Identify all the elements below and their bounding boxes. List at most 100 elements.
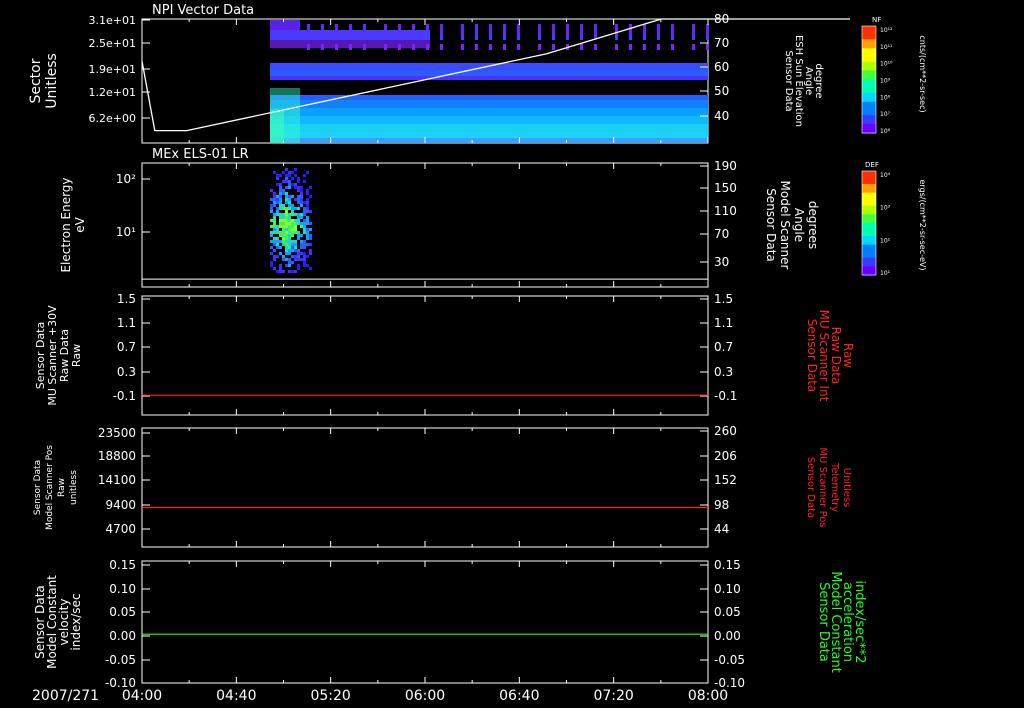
heat-cell: [306, 255, 309, 258]
heat-cell: [285, 213, 288, 216]
colorbar-cell: [862, 231, 876, 237]
heat-cell: [285, 186, 288, 189]
heat-cell: [288, 195, 291, 198]
heat-cell: [309, 267, 312, 270]
heat-cell: [300, 252, 303, 255]
npi-right-label: Sensor Data ESH Sun Elevation Angle degree: [783, 35, 824, 127]
heat-cell: [276, 237, 279, 240]
heat-cell: [273, 222, 276, 225]
colorbar-cell: [862, 75, 876, 81]
heat-cell: [306, 210, 309, 213]
heat-band: [270, 138, 708, 143]
colorbar-cell: [862, 218, 876, 224]
heat-cell: [282, 213, 285, 216]
heat-cell: [279, 240, 282, 243]
heat-cell: [306, 171, 309, 174]
heat-cell: [279, 213, 282, 216]
colorbar-cell: [862, 210, 876, 215]
axis-label-line: Angle: [803, 67, 814, 95]
colorbar-cell: [862, 192, 876, 198]
heat-cell: [291, 255, 294, 258]
heat-speck: [349, 34, 352, 40]
heat-cell: [303, 225, 306, 228]
heat-cell: [303, 210, 306, 213]
heat-cell: [297, 264, 300, 267]
heat-cell: [288, 204, 291, 207]
heat-cell: [297, 180, 300, 183]
heat-cell: [282, 237, 285, 240]
heat-cell: [291, 228, 294, 231]
time-label: 05:20: [310, 688, 350, 704]
colorbar-cell: [862, 92, 876, 98]
heat-cell: [282, 234, 285, 237]
heat-speck: [489, 44, 492, 50]
time-label: 04:00: [122, 688, 162, 704]
heat-cell: [294, 228, 297, 231]
heat-cell: [279, 246, 282, 249]
colorbar-cell: [862, 97, 876, 103]
heat-cell: [285, 174, 288, 177]
heat-cell: [279, 222, 282, 225]
colorbar-cell: [862, 184, 876, 189]
heat-cell: [273, 240, 276, 243]
heat-band: [270, 100, 708, 108]
heat-cell: [285, 231, 288, 234]
y-tick-label: 10²: [116, 172, 136, 186]
heat-cell: [297, 219, 300, 222]
heat-speck: [517, 34, 520, 40]
colorbar-cell: [862, 197, 876, 202]
heat-cell: [288, 234, 291, 237]
y-tick-label: 9400: [105, 498, 136, 512]
y-tick-label-right: 260: [714, 424, 737, 438]
y-tick-label-right: 44: [714, 522, 729, 536]
heat-speck: [412, 34, 415, 40]
heat-cell: [303, 255, 306, 258]
y-tick-label-right: 152: [714, 473, 737, 487]
heat-patch: [270, 110, 284, 143]
heat-cell: [288, 240, 291, 243]
heat-cell: [300, 258, 303, 261]
heat-speck: [538, 44, 541, 50]
heat-cell: [300, 189, 303, 192]
heat-cell: [291, 270, 294, 273]
heat-cell: [270, 189, 273, 192]
heat-cell: [285, 222, 288, 225]
heat-cell: [273, 201, 276, 204]
heat-cell: [279, 186, 282, 189]
y-tick-label-right: 50: [714, 84, 729, 98]
heat-cell: [297, 237, 300, 240]
heat-speck: [321, 44, 324, 50]
heat-cell: [303, 201, 306, 204]
axis-label-line: Model Scanner: [778, 181, 792, 270]
heat-cell: [291, 231, 294, 234]
heat-speck: [363, 34, 366, 40]
heat-speck: [657, 34, 660, 40]
heat-cell: [270, 231, 273, 234]
heat-cell: [279, 183, 282, 186]
time-label: 04:40: [216, 688, 256, 704]
heat-cell: [294, 186, 297, 189]
axis-label-line: Model Scanner Pos: [45, 445, 55, 530]
heat-speck: [398, 44, 401, 50]
colorbar-cell: [862, 244, 876, 250]
y-tick-label-right: 0.10: [714, 582, 741, 596]
heat-cell: [306, 201, 309, 204]
y-tick-label: 1.9e+01: [89, 63, 136, 76]
heat-speck: [692, 44, 695, 50]
heat-cell: [288, 186, 291, 189]
y-tick-label: -0.05: [105, 653, 136, 667]
heat-cell: [300, 225, 303, 228]
heat-cell: [282, 231, 285, 234]
heat-cell: [276, 174, 279, 177]
heat-cell: [294, 174, 297, 177]
heat-cell: [270, 204, 273, 207]
heat-cell: [294, 168, 297, 171]
heat-cell: [291, 240, 294, 243]
heat-cell: [291, 234, 294, 237]
heat-cell: [285, 177, 288, 180]
heat-cell: [291, 225, 294, 228]
heat-cell: [273, 219, 276, 222]
heat-cell: [291, 222, 294, 225]
heat-cell: [288, 243, 291, 246]
heat-cell: [276, 198, 279, 201]
